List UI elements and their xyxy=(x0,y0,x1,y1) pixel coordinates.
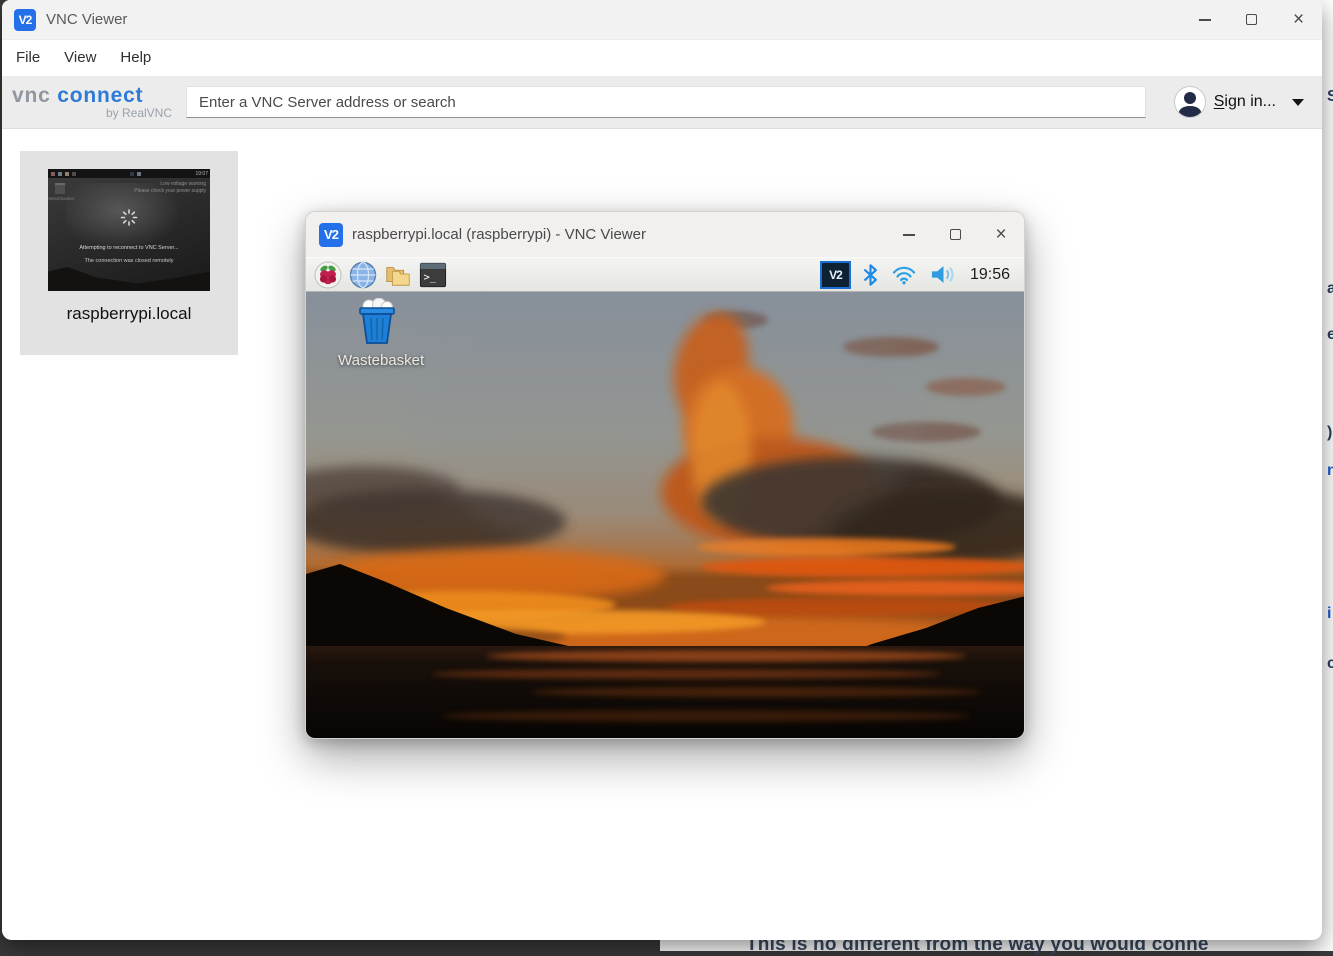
thumbnail-spinner-icon xyxy=(120,209,138,232)
thumbnail-browser-icon xyxy=(58,172,62,176)
raspberry-menu-icon[interactable] xyxy=(314,261,342,289)
wastebasket-label: Wastebasket xyxy=(338,352,416,369)
vnc-viewer-window: V2 VNC Viewer × File View Help vnc conne… xyxy=(2,0,1322,940)
remote-session-window: V2 raspberrypi.local (raspberrypi) - VNC… xyxy=(305,211,1025,739)
toolbar: vnc connect by RealVNC Sign in... xyxy=(2,76,1322,129)
window-controls: × xyxy=(1181,0,1322,39)
menubar: File View Help xyxy=(2,40,1322,76)
page-edge-text-fragment: e xyxy=(1327,326,1333,344)
remote-maximize-button[interactable] xyxy=(932,212,978,257)
thumbnail-terminal-icon xyxy=(72,172,76,176)
thumbnail-warning-text: Low voltage warning Please check your po… xyxy=(134,181,206,195)
vnc-connect-logo: vnc connect by RealVNC xyxy=(12,85,174,120)
terminal-icon[interactable]: >_ xyxy=(419,261,447,289)
thumbnail-status-line1: Attempting to reconnect to VNC Server... xyxy=(48,245,210,251)
close-icon: × xyxy=(995,225,1006,244)
thumbnail-folder-icon xyxy=(65,172,69,176)
minimize-button[interactable] xyxy=(1181,0,1228,39)
thumbnail-landscape xyxy=(48,261,210,291)
app-title: VNC Viewer xyxy=(46,11,127,28)
thumbnail-clock: 19:07 xyxy=(195,171,208,177)
menu-view[interactable]: View xyxy=(52,45,108,72)
avatar-icon xyxy=(1174,86,1206,118)
thumbnail-taskbar: 19:07 xyxy=(48,169,210,178)
taskbar-clock: 19:56 xyxy=(970,266,1010,284)
chevron-down-icon[interactable] xyxy=(1292,99,1304,106)
vnc-server-tray-icon[interactable]: V2 xyxy=(820,261,851,289)
wastebasket-icon xyxy=(354,298,400,346)
device-card-raspberrypi[interactable]: 19:07 Low voltage warning Please check y… xyxy=(20,151,238,355)
page-edge-text-fragment: S xyxy=(1327,88,1333,106)
logo-connect-text: connect xyxy=(57,84,143,107)
web-browser-icon[interactable] xyxy=(349,261,377,289)
device-thumbnail: 19:07 Low voltage warning Please check y… xyxy=(48,169,210,291)
content-area: 19:07 Low voltage warning Please check y… xyxy=(2,129,1322,939)
remote-window-controls: × xyxy=(886,212,1024,257)
wifi-icon[interactable] xyxy=(891,264,917,285)
menu-help[interactable]: Help xyxy=(108,45,163,72)
page-edge-text-fragment: c xyxy=(1327,655,1333,673)
bluetooth-icon[interactable] xyxy=(863,264,878,286)
volume-icon[interactable] xyxy=(930,264,957,285)
page-edge-text-fragment: ) xyxy=(1327,424,1332,442)
logo-vnc-text: vnc xyxy=(12,84,51,107)
maximize-icon xyxy=(950,229,961,240)
thumbnail-vnc-icon xyxy=(130,172,134,176)
menu-file[interactable]: File xyxy=(16,45,52,72)
page-edge-text-fragment: i xyxy=(1327,605,1331,623)
pi-taskbar: >_ V2 xyxy=(306,257,1024,292)
remote-close-button[interactable]: × xyxy=(978,212,1024,257)
minimize-icon xyxy=(1199,19,1211,21)
sign-in-label: Sign in... xyxy=(1214,93,1276,111)
thumbnail-raspberry-icon xyxy=(51,172,55,176)
maximize-button[interactable] xyxy=(1228,0,1275,39)
sign-in-control[interactable]: Sign in... xyxy=(1174,86,1304,118)
vnc-app-icon: V2 xyxy=(319,223,343,247)
app-titlebar: V2 VNC Viewer × xyxy=(2,0,1322,40)
remote-minimize-button[interactable] xyxy=(886,212,932,257)
remote-titlebar: V2 raspberrypi.local (raspberrypi) - VNC… xyxy=(306,212,1024,257)
logo-byline: by RealVNC xyxy=(12,106,174,120)
vnc-app-icon: V2 xyxy=(14,9,36,31)
maximize-icon xyxy=(1246,14,1257,25)
pi-desktop: Wastebasket xyxy=(306,292,1024,738)
thumbnail-status-line2: The connection was closed remotely xyxy=(48,258,210,264)
file-manager-icon[interactable] xyxy=(384,261,412,289)
thumbnail-tray-icon xyxy=(137,172,141,176)
thumbnail-wastebasket-label: Wastebasket xyxy=(48,196,74,201)
terminal-prompt-glyph: >_ xyxy=(424,271,437,283)
close-icon: × xyxy=(1293,10,1304,29)
device-name-label: raspberrypi.local xyxy=(20,304,238,324)
page-edge-text-fragment: n xyxy=(1327,462,1333,480)
minimize-icon xyxy=(903,234,915,236)
close-button[interactable]: × xyxy=(1275,0,1322,39)
vnc-address-search-input[interactable] xyxy=(186,86,1146,118)
remote-window-title: raspberrypi.local (raspberrypi) - VNC Vi… xyxy=(352,226,646,243)
wastebasket-desktop-icon[interactable]: Wastebasket xyxy=(338,298,416,369)
thumbnail-wastebasket-icon xyxy=(55,183,65,194)
page-edge-text-fragment: a xyxy=(1327,280,1333,298)
